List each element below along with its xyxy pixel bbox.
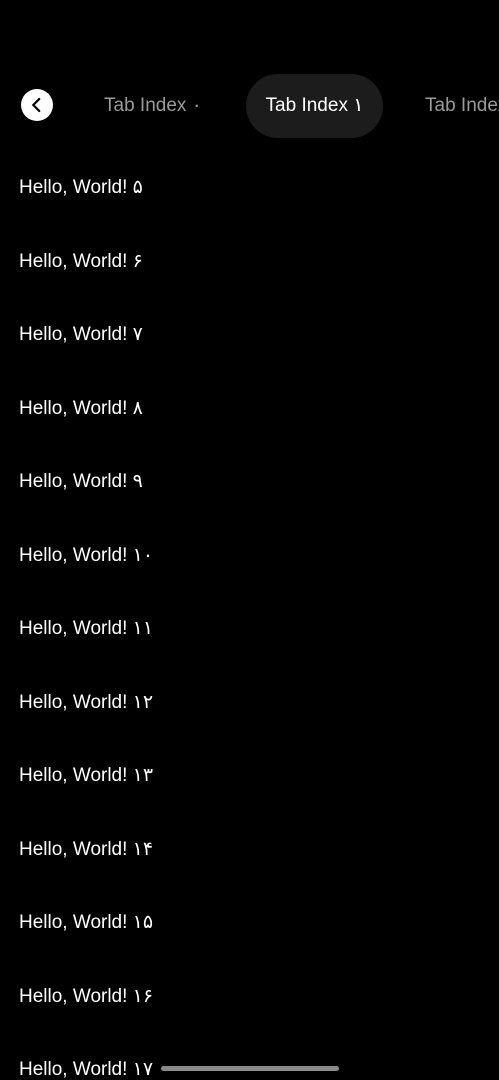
tab-index-1[interactable]: Tab Index ۱ [246, 74, 383, 138]
list-item: Hello, World! ۱۰ [19, 545, 154, 566]
list-item: Hello, World! ۱۱ [19, 618, 154, 639]
list-item: Hello, World! ۵ [19, 177, 143, 198]
list-item: Hello, World! ۱۴ [19, 839, 154, 860]
chevron-left-icon [32, 97, 41, 113]
item-list[interactable]: Hello, World! ۵ Hello, World! ۶ Hello, W… [0, 152, 499, 1080]
list-item: Hello, World! ۱۵ [19, 912, 154, 933]
list-item: Hello, World! ۶ [19, 251, 143, 272]
list-item: Hello, World! ۱۷ [19, 1059, 154, 1080]
list-item: Hello, World! ۷ [19, 324, 143, 345]
list-item: Hello, World! ۱۶ [19, 986, 154, 1007]
list-item: Hello, World! ۸ [19, 398, 143, 419]
tab-index-0[interactable]: Tab Index ۰ [104, 74, 202, 138]
list-item: Hello, World! ۱۳ [19, 765, 154, 786]
tab-bar: Tab Index ۰ Tab Index ۱ Tab Index ۲ [0, 72, 499, 140]
list-item: Hello, World! ۱۲ [19, 692, 154, 713]
tab-index-2[interactable]: Tab Index ۲ [425, 74, 499, 138]
home-indicator[interactable] [161, 1066, 339, 1071]
back-button[interactable] [21, 89, 53, 121]
list-item: Hello, World! ۹ [19, 471, 143, 492]
